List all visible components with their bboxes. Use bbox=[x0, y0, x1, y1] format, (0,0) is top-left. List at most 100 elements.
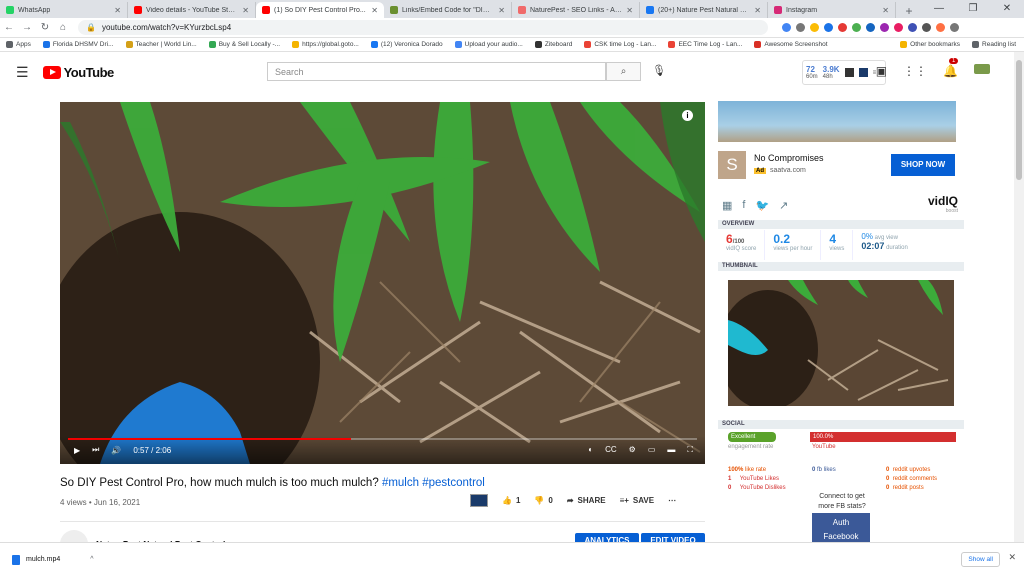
trend-icon[interactable]: ↗ bbox=[779, 199, 788, 212]
bookmark-item[interactable]: Teacher | World Lin... bbox=[125, 41, 197, 48]
share-button[interactable]: ➦ SHARE bbox=[567, 496, 606, 505]
grid-icon[interactable]: ▦ bbox=[722, 199, 732, 212]
new-tab-button[interactable]: + bbox=[900, 4, 918, 18]
more-options-icon[interactable]: ⋯ bbox=[668, 496, 676, 505]
autoplay-toggle-icon[interactable]: ◐ bbox=[588, 445, 593, 455]
tab-links-embed[interactable]: Links/Embed Code for "DIYPC"... ✕ bbox=[384, 2, 512, 18]
video-player[interactable]: i ▶ ⏭ 🔊 0:57 / 2:06 ◐ CC ⚙ ▭ ▬ ⛶ bbox=[60, 102, 705, 464]
reload-icon[interactable]: ↻ bbox=[36, 22, 54, 33]
menu-dots-icon[interactable] bbox=[950, 23, 959, 32]
settings-gear-icon[interactable]: ⚙ bbox=[629, 445, 636, 455]
tab-whatsapp[interactable]: WhatsApp ✕ bbox=[0, 2, 128, 18]
tab-current-video[interactable]: (1) So DIY Pest Control Pro... ✕ bbox=[256, 2, 384, 18]
scrollbar-thumb[interactable] bbox=[1016, 60, 1022, 180]
facebook-icon[interactable]: f bbox=[742, 199, 745, 211]
dislike-button[interactable]: 👎 0 bbox=[534, 496, 552, 505]
search-input[interactable]: Search bbox=[267, 62, 606, 81]
extension-icon[interactable] bbox=[782, 23, 791, 32]
close-icon[interactable]: ✕ bbox=[242, 6, 249, 15]
youtube-logo[interactable]: YouTube bbox=[42, 65, 114, 80]
page-scrollbar[interactable] bbox=[1014, 52, 1024, 542]
sidebar-ad[interactable]: S No Compromises Ad saatva.com SHOP NOW bbox=[718, 101, 956, 183]
bookmark-item[interactable]: https://global.goto... bbox=[292, 41, 359, 48]
close-icon[interactable]: ✕ bbox=[498, 6, 505, 15]
save-button[interactable]: ≡+ SAVE bbox=[620, 496, 655, 505]
bookmark-apps[interactable]: Apps bbox=[6, 41, 31, 48]
extension-icon[interactable] bbox=[894, 23, 903, 32]
tab-asana[interactable]: NaturePest - SEO Links - Asana ✕ bbox=[512, 2, 640, 18]
theater-mode-icon[interactable]: ▬ bbox=[667, 445, 675, 455]
chevron-up-icon[interactable]: ^ bbox=[90, 556, 93, 563]
forward-icon[interactable]: → bbox=[18, 22, 36, 33]
like-button[interactable]: 👍 1 bbox=[502, 496, 520, 505]
close-icon[interactable]: ✕ bbox=[371, 6, 378, 15]
vidiq-icon[interactable] bbox=[858, 68, 868, 77]
hashtags-link[interactable]: #mulch #pestcontrol bbox=[382, 477, 485, 489]
microphone-icon[interactable]: 🎙 bbox=[652, 64, 666, 77]
menu-icon[interactable]: ☰ bbox=[16, 64, 29, 81]
fullscreen-icon[interactable]: ⛶ bbox=[687, 445, 693, 455]
star-icon[interactable] bbox=[810, 23, 819, 32]
fb-connect-line2: more FB stats? bbox=[818, 503, 866, 510]
bookmark-label: https://global.goto... bbox=[302, 41, 359, 48]
bookmark-item[interactable]: Florida DHSMV Dri... bbox=[42, 41, 114, 48]
create-video-icon[interactable]: ▣ bbox=[876, 64, 887, 78]
maximize-icon[interactable]: ❐ bbox=[956, 0, 990, 18]
extension-icon[interactable] bbox=[908, 23, 917, 32]
bookmark-item[interactable]: EEC Time Log - Lan... bbox=[668, 41, 742, 48]
next-icon[interactable]: ⏭ bbox=[92, 445, 99, 455]
close-icon[interactable]: ✕ bbox=[114, 6, 121, 15]
tab-facebook[interactable]: (20+) Nature Pest Natural Pest... ✕ bbox=[640, 2, 768, 18]
social-header[interactable]: SOCIAL bbox=[718, 420, 964, 429]
close-window-icon[interactable]: ✕ bbox=[990, 0, 1024, 18]
reading-list[interactable]: Reading list bbox=[972, 41, 1016, 48]
vidiq-realtime-stats[interactable]: 72 60m 3.9K 48h ≡ bbox=[802, 60, 886, 85]
bookmark-item[interactable]: Upload your audio... bbox=[454, 41, 523, 48]
advertiser-logo: S bbox=[718, 151, 746, 179]
tab-instagram[interactable]: Instagram ✕ bbox=[768, 2, 896, 18]
profile-avatar[interactable] bbox=[936, 23, 945, 32]
extension-icon[interactable] bbox=[880, 23, 889, 32]
bookmark-item[interactable]: Ziteboard bbox=[534, 41, 572, 48]
minimize-icon[interactable]: — bbox=[922, 0, 956, 18]
close-icon[interactable]: ✕ bbox=[626, 6, 633, 15]
other-bookmarks[interactable]: Other bookmarks bbox=[900, 41, 960, 48]
volume-icon[interactable]: 🔊 bbox=[111, 446, 121, 455]
apps-grid-icon[interactable]: ⋮⋮ bbox=[903, 64, 927, 78]
bookmark-item[interactable]: Buy & Sell Locally -... bbox=[208, 41, 280, 48]
captions-icon[interactable]: CC bbox=[605, 445, 617, 455]
extension-icon[interactable] bbox=[838, 23, 847, 32]
extension-icon[interactable] bbox=[852, 23, 861, 32]
close-icon[interactable]: ✕ bbox=[754, 6, 761, 15]
channel-avatar[interactable] bbox=[974, 64, 990, 74]
play-icon[interactable]: ▶ bbox=[74, 446, 80, 455]
thumbnail-header[interactable]: THUMBNAIL bbox=[718, 262, 964, 271]
reddit-posts-value: 0 bbox=[886, 485, 890, 491]
tab-youtube-studio[interactable]: Video details - YouTube Studio ✕ bbox=[128, 2, 256, 18]
zoom-icon[interactable] bbox=[796, 23, 805, 32]
close-icon[interactable]: ✕ bbox=[1008, 552, 1016, 563]
search-button[interactable]: ⌕ bbox=[606, 62, 641, 81]
close-icon[interactable]: ✕ bbox=[882, 6, 889, 15]
twitter-icon[interactable]: 🐦 bbox=[755, 199, 769, 212]
home-icon[interactable]: ⌂ bbox=[54, 22, 72, 33]
save-label: SAVE bbox=[632, 496, 655, 505]
show-all-button[interactable]: Show all bbox=[961, 552, 1000, 567]
puzzle-icon[interactable] bbox=[922, 23, 931, 32]
info-icon[interactable]: i bbox=[682, 110, 693, 121]
bookmark-item[interactable]: (12) Veronica Dorado bbox=[370, 41, 443, 48]
overview-header[interactable]: OVERVIEW bbox=[718, 220, 964, 229]
download-filename[interactable]: mulch.mp4 bbox=[26, 556, 60, 563]
shop-now-button[interactable]: SHOP NOW bbox=[891, 154, 955, 176]
notifications-icon[interactable]: 🔔 1 bbox=[943, 58, 959, 78]
tab-label: Instagram bbox=[786, 6, 818, 14]
bookmark-item[interactable]: Awesome Screenshot bbox=[754, 41, 828, 48]
vidiq-tag-icon[interactable] bbox=[470, 494, 488, 507]
vidiq-icon[interactable] bbox=[844, 68, 854, 77]
bookmark-item[interactable]: CSK time Log - Lan... bbox=[584, 41, 656, 48]
back-icon[interactable]: ← bbox=[0, 22, 18, 33]
miniplayer-icon[interactable]: ▭ bbox=[648, 445, 656, 455]
extension-icon[interactable] bbox=[824, 23, 833, 32]
extension-icon[interactable] bbox=[866, 23, 875, 32]
url-bar[interactable]: 🔒 youtube.com/watch?v=KYurzbcLsp4 bbox=[78, 20, 768, 35]
